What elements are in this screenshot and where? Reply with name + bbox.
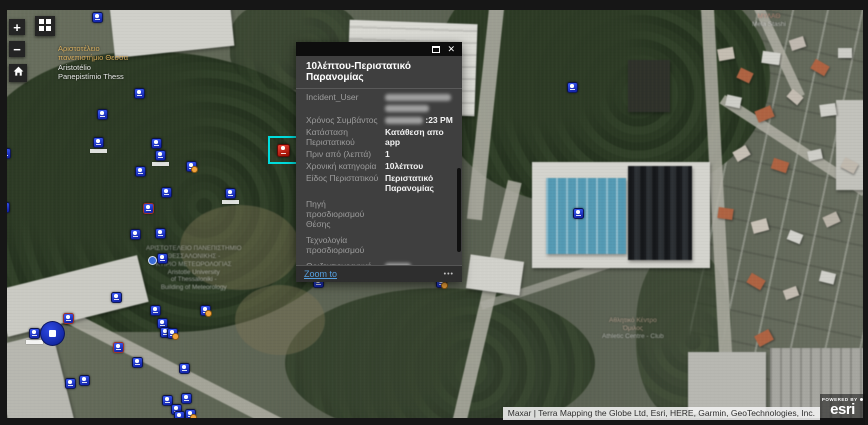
redacted-value <box>385 105 429 112</box>
field-label: Incident_User <box>306 92 385 113</box>
field-value: :23 PM <box>385 115 458 125</box>
close-button[interactable]: ✕ <box>447 45 455 54</box>
field-label: Χρόνος Συμβάντος <box>306 115 385 125</box>
incident-marker[interactable] <box>155 228 166 239</box>
basemap-gallery-button[interactable] <box>35 16 55 36</box>
popup-footer: Zoom to ••• <box>296 265 462 282</box>
field-value: Περιστατικό Παρανομίας <box>385 173 458 193</box>
marker-label-chip <box>26 340 43 345</box>
field-label: Κατάσταση Περιστατικού <box>306 127 385 147</box>
redacted-value <box>385 117 423 124</box>
field-label: Πηγή προσδιορισμού Θέσης <box>306 199 385 229</box>
selected-incident-marker[interactable] <box>277 144 290 157</box>
esri-wordmark: esri <box>820 402 865 418</box>
popup-field-row: Χρονική κατηγορία 10λέπτου <box>306 161 458 171</box>
popup-field-row: Χρόνος Συμβάντος :23 PM <box>306 115 458 125</box>
field-value-text: :23 PM <box>425 115 452 125</box>
incident-marker[interactable] <box>150 305 161 316</box>
incident-marker[interactable] <box>155 150 166 161</box>
incident-marker[interactable] <box>0 148 11 159</box>
incident-marker[interactable] <box>185 409 196 420</box>
home-button[interactable] <box>9 64 27 82</box>
incident-marker[interactable] <box>0 202 10 213</box>
field-value: 1 <box>385 149 458 159</box>
close-icon: ✕ <box>447 45 455 54</box>
popup-field-row: Είδος Περιστατικού Περιστατικό Παρανομία… <box>306 173 458 193</box>
dock-button[interactable] <box>432 46 440 53</box>
dock-icon <box>432 46 440 53</box>
incident-marker[interactable] <box>174 411 185 422</box>
popup-field-row: Incident_User <box>306 92 458 113</box>
incident-marker[interactable] <box>567 82 578 93</box>
field-label: Τεχνολογία προσδιορισμού <box>306 235 385 255</box>
zoom-in-button[interactable]: + <box>9 19 25 35</box>
incident-marker[interactable] <box>130 229 141 240</box>
incident-marker[interactable] <box>200 305 211 316</box>
field-value: 10λέπτου <box>385 161 458 171</box>
field-value <box>385 92 458 113</box>
incident-marker[interactable] <box>148 256 157 265</box>
popup-field-row: Πριν από (λεπτά) 1 <box>306 149 458 159</box>
incident-marker[interactable] <box>143 203 154 214</box>
globe-icon <box>860 398 864 402</box>
zoom-to-link[interactable]: Zoom to <box>304 269 337 279</box>
incident-marker[interactable] <box>63 313 74 324</box>
popup-field-row: Πηγή προσδιορισμού Θέσης <box>306 199 458 229</box>
incident-marker[interactable] <box>167 328 178 339</box>
marker-label-chip <box>152 162 169 167</box>
feature-popup: ✕ 10λέπτου-Περιστατικό Παρανομίας Incide… <box>296 42 462 282</box>
popup-scrollbar-thumb[interactable] <box>457 168 461 252</box>
grid-icon <box>39 19 51 34</box>
incident-marker[interactable] <box>40 321 65 346</box>
home-icon <box>12 65 25 81</box>
incident-marker[interactable] <box>186 161 197 172</box>
incident-marker[interactable] <box>93 137 104 148</box>
esri-logo[interactable]: POWERED BY esri <box>820 394 865 425</box>
map-attribution: Maxar | Terra Mapping the Globe Ltd, Esr… <box>503 407 820 420</box>
popup-field-row: Τεχνολογία προσδιορισμού <box>306 235 458 255</box>
field-label: Χρονική κατηγορία <box>306 161 385 171</box>
incident-marker[interactable] <box>134 88 145 99</box>
marker-label-chip <box>222 200 239 205</box>
marker-label-chip <box>90 149 107 154</box>
zoom-out-button[interactable]: − <box>9 41 25 57</box>
popup-menu-button[interactable]: ••• <box>444 271 454 278</box>
incident-marker[interactable] <box>79 375 90 386</box>
popup-titlebar: ✕ <box>296 42 462 56</box>
field-label: Πριν από (λεπτά) <box>306 149 385 159</box>
incident-marker[interactable] <box>573 208 584 219</box>
incident-marker[interactable] <box>161 187 172 198</box>
incident-marker[interactable] <box>111 292 122 303</box>
map-app-window: Αριστοτέλειοπανεπιστήμιο ΘεσσαAristotéli… <box>0 0 868 425</box>
redacted-value <box>385 94 451 101</box>
field-value: Κατάθεση απο app <box>385 127 458 147</box>
incident-marker[interactable] <box>113 342 124 353</box>
field-value <box>385 235 458 255</box>
incident-marker[interactable] <box>97 109 108 120</box>
field-label: Είδος Περιστατικού <box>306 173 385 193</box>
incident-marker[interactable] <box>181 393 192 404</box>
popup-field-row: Κατάσταση Περιστατικού Κατάθεση απο app <box>306 127 458 147</box>
incident-marker[interactable] <box>157 253 168 264</box>
incident-marker[interactable] <box>65 378 76 389</box>
incident-marker[interactable] <box>225 188 236 199</box>
field-value <box>385 199 458 229</box>
incident-marker[interactable] <box>132 357 143 368</box>
popup-title: 10λέπτου-Περιστατικό Παρανομίας <box>296 56 462 89</box>
incident-marker[interactable] <box>179 363 190 374</box>
incident-marker[interactable] <box>135 166 146 177</box>
incident-marker[interactable] <box>29 328 40 339</box>
incident-marker[interactable] <box>92 12 103 23</box>
popup-body[interactable]: Incident_User Χρόνος Συμβάντος :23 PM Κα… <box>296 89 462 265</box>
incident-marker[interactable] <box>151 138 162 149</box>
